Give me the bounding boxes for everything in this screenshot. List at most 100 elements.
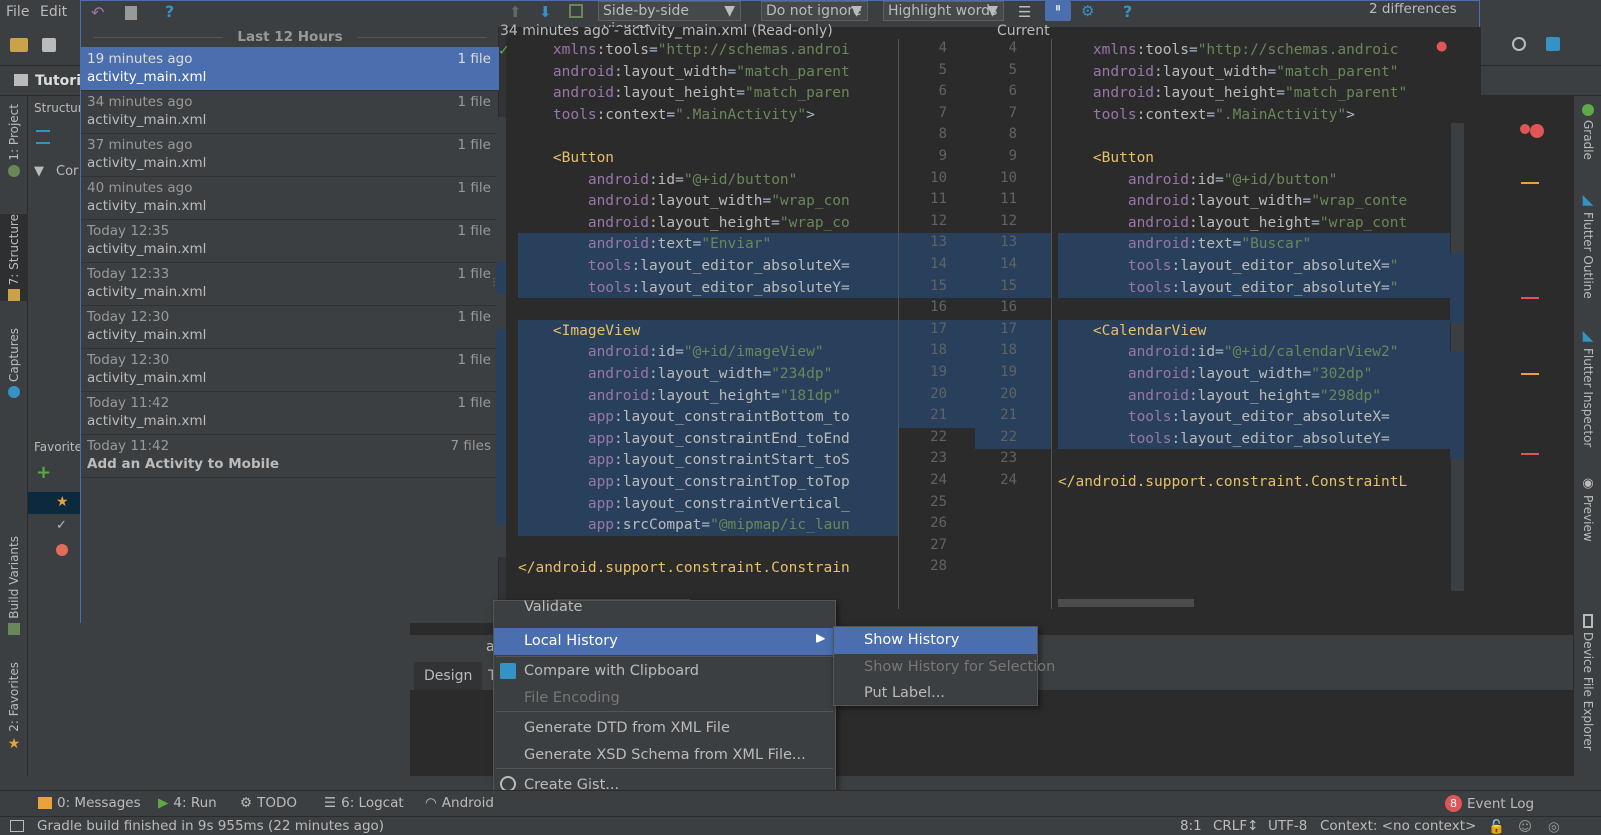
history-entry[interactable]: Today 11:42 1 file activity_main.xml	[81, 391, 499, 435]
menu-item-validate[interactable]: Validate	[494, 597, 582, 617]
menu-edit[interactable]: Edit	[40, 4, 67, 20]
tool-run[interactable]: ▶ 4: Run	[158, 795, 217, 811]
warning-stripe-mark[interactable]	[1521, 182, 1539, 184]
lock-icon[interactable]: 🔓	[1488, 819, 1505, 835]
history-entry[interactable]: Today 11:42 7 files Add an Activity to Mob…	[81, 434, 499, 478]
open-folder-icon[interactable]	[10, 38, 28, 52]
collapse-icon[interactable]: ☰	[1018, 3, 1031, 21]
event-icon[interactable]: ◎	[1548, 819, 1560, 835]
tab-preview[interactable]: ◉ Preview	[1574, 476, 1601, 542]
menu-item-compare-with-clipboard[interactable]: Compare with Clipboard	[494, 658, 835, 685]
tool-android[interactable]: ◠ Android	[425, 795, 494, 811]
menu-item-local-history[interactable]: Local History	[494, 628, 835, 655]
inspector-icon[interactable]: ☺	[1518, 819, 1532, 835]
tab-gradle[interactable]: Gradle	[1574, 104, 1601, 160]
code-line: android:id="@+id/imageView"	[587, 344, 824, 361]
history-entry-count: 1 file	[457, 51, 491, 67]
help-icon[interactable]: ?	[165, 2, 174, 21]
history-entry-count: 1 file	[457, 266, 491, 282]
tool-logcat[interactable]: ☰ 6: Logcat	[324, 795, 404, 811]
tab-device-file-explorer[interactable]: Device File Explorer	[1574, 614, 1601, 751]
tree-root[interactable]: Cor	[56, 164, 78, 179]
left-line-number: 26	[930, 515, 947, 532]
menu-item-generate-xsd-schema-from-xml-file[interactable]: Generate XSD Schema from XML File...	[494, 742, 835, 769]
breakpoint-icon	[56, 544, 68, 556]
pane-divider	[1051, 39, 1052, 609]
submenu-item-put-label[interactable]: Put Label...	[834, 680, 1037, 707]
tab-structure[interactable]: 7: Structure	[0, 214, 28, 302]
submenu-item-show-history[interactable]: Show History	[834, 627, 1037, 654]
expand-all-icon[interactable]	[36, 130, 50, 144]
right-hscroll[interactable]	[1058, 599, 1450, 609]
device-icon	[1583, 614, 1593, 628]
diff-viewer: 34 minutes ago - activity_main.xml (Read…	[496, 23, 1481, 623]
status-message[interactable]: Gradle build finished in 9s 955ms (22 mi…	[37, 818, 384, 834]
tool-todo[interactable]: ⚙ TODO	[240, 795, 297, 811]
left-line-number: 21	[930, 407, 947, 424]
captures-icon	[8, 385, 20, 398]
history-entry-count: 1 file	[457, 223, 491, 239]
file-encoding[interactable]: UTF-8	[1268, 818, 1307, 834]
left-line-number: 27	[930, 536, 947, 553]
ignore-select[interactable]: Do not ignore ▼	[761, 1, 868, 21]
caret-position[interactable]: 8:1	[1180, 818, 1202, 834]
add-icon[interactable]: +	[36, 462, 51, 483]
history-entry[interactable]: 34 minutes ago 1 file activity_main.xml	[81, 90, 499, 134]
warning-stripe-mark[interactable]	[1521, 373, 1539, 375]
right-tool-stripe: Gradle ◣ Flutter Outline ◣ Flutter Inspect…	[1573, 96, 1601, 776]
code-line: android:id="@+id/button"	[1127, 171, 1338, 188]
highlight-select[interactable]: Highlight words ▼	[883, 1, 1004, 21]
sdk-manager-icon[interactable]	[1546, 37, 1560, 51]
tab-captures[interactable]: Captures	[0, 328, 28, 398]
tool-event-log[interactable]: 8 Event Log	[1445, 795, 1534, 812]
gradle-icon	[1582, 104, 1594, 116]
context-indicator[interactable]: Context: <no context>	[1320, 818, 1476, 834]
toggle-tool-windows-icon[interactable]	[10, 820, 24, 832]
left-line-number: 20	[930, 385, 947, 402]
search-icon[interactable]	[1512, 37, 1526, 51]
history-entry[interactable]: 40 minutes ago 1 file activity_main.xml	[81, 176, 499, 220]
history-entry-time: Today 11:42	[87, 438, 170, 454]
history-entry[interactable]: Today 12:30 1 file activity_main.xml	[81, 305, 499, 349]
history-entry[interactable]: Today 12:33 1 file activity_main.xml	[81, 262, 499, 306]
next-diff-icon[interactable]: ⬇	[539, 3, 552, 21]
error-stripe-mark[interactable]	[1521, 453, 1539, 455]
history-entry-name: activity_main.xml	[87, 413, 207, 429]
viewer-select[interactable]: Side-by-side viewer▼	[598, 1, 741, 37]
save-icon[interactable]	[42, 38, 56, 52]
tab-build-variants[interactable]: Build Variants	[0, 536, 28, 635]
splitter-handle[interactable]: ⋮	[489, 277, 499, 299]
right-code-pane[interactable]: xmlns:tools="http://schemas.androic andr…	[1058, 39, 1450, 599]
edit-source-icon[interactable]	[569, 4, 583, 18]
history-entry[interactable]: 37 minutes ago 1 file activity_main.xml	[81, 133, 499, 177]
patch-icon[interactable]	[125, 6, 137, 20]
right-line-number: 6	[1008, 83, 1017, 100]
prev-diff-icon[interactable]: ⬆	[509, 3, 522, 21]
left-code-pane[interactable]: xmlns:tools="http://schemas.androi andro…	[518, 39, 898, 599]
tab-flutter-inspector[interactable]: ◣ Flutter Inspector	[1574, 328, 1601, 447]
sync-scroll-icon[interactable]: ⏸	[1045, 1, 1071, 21]
revert-icon[interactable]: ↶	[91, 3, 104, 22]
line-separator[interactable]: CRLF↕	[1213, 818, 1258, 834]
menu-file[interactable]: File	[6, 4, 29, 20]
tab-flutter-outline[interactable]: ◣ Flutter Outline	[1574, 192, 1601, 299]
history-entry[interactable]: Today 12:30 1 file activity_main.xml	[81, 348, 499, 392]
tree-expand-icon[interactable]: ▼	[34, 164, 44, 179]
error-stripe-mark[interactable]	[1521, 297, 1539, 299]
tool-messages[interactable]: 0: Messages	[38, 795, 141, 811]
history-entry-name: activity_main.xml	[87, 241, 207, 257]
tab-favorites[interactable]: 2: Favorites ★	[0, 662, 28, 752]
right-line-number: 5	[1008, 61, 1017, 78]
divider	[357, 37, 487, 38]
history-entry[interactable]: 19 minutes ago 1 file activity_main.xml	[81, 47, 499, 91]
menu-item-generate-dtd-from-xml-file[interactable]: Generate DTD from XML File	[494, 715, 835, 742]
error-icon	[1520, 124, 1530, 134]
history-entry[interactable]: Today 12:35 1 file activity_main.xml	[81, 219, 499, 263]
help-icon[interactable]: ?	[1123, 2, 1132, 21]
favorites-row[interactable]	[28, 492, 80, 514]
tab-project[interactable]: 1: Project	[0, 104, 28, 177]
tab-design[interactable]: Design	[414, 662, 483, 690]
gear-icon[interactable]: ⚙	[1081, 2, 1094, 20]
history-entry-time: 34 minutes ago	[87, 94, 193, 110]
code-line: <Button	[1092, 150, 1155, 166]
